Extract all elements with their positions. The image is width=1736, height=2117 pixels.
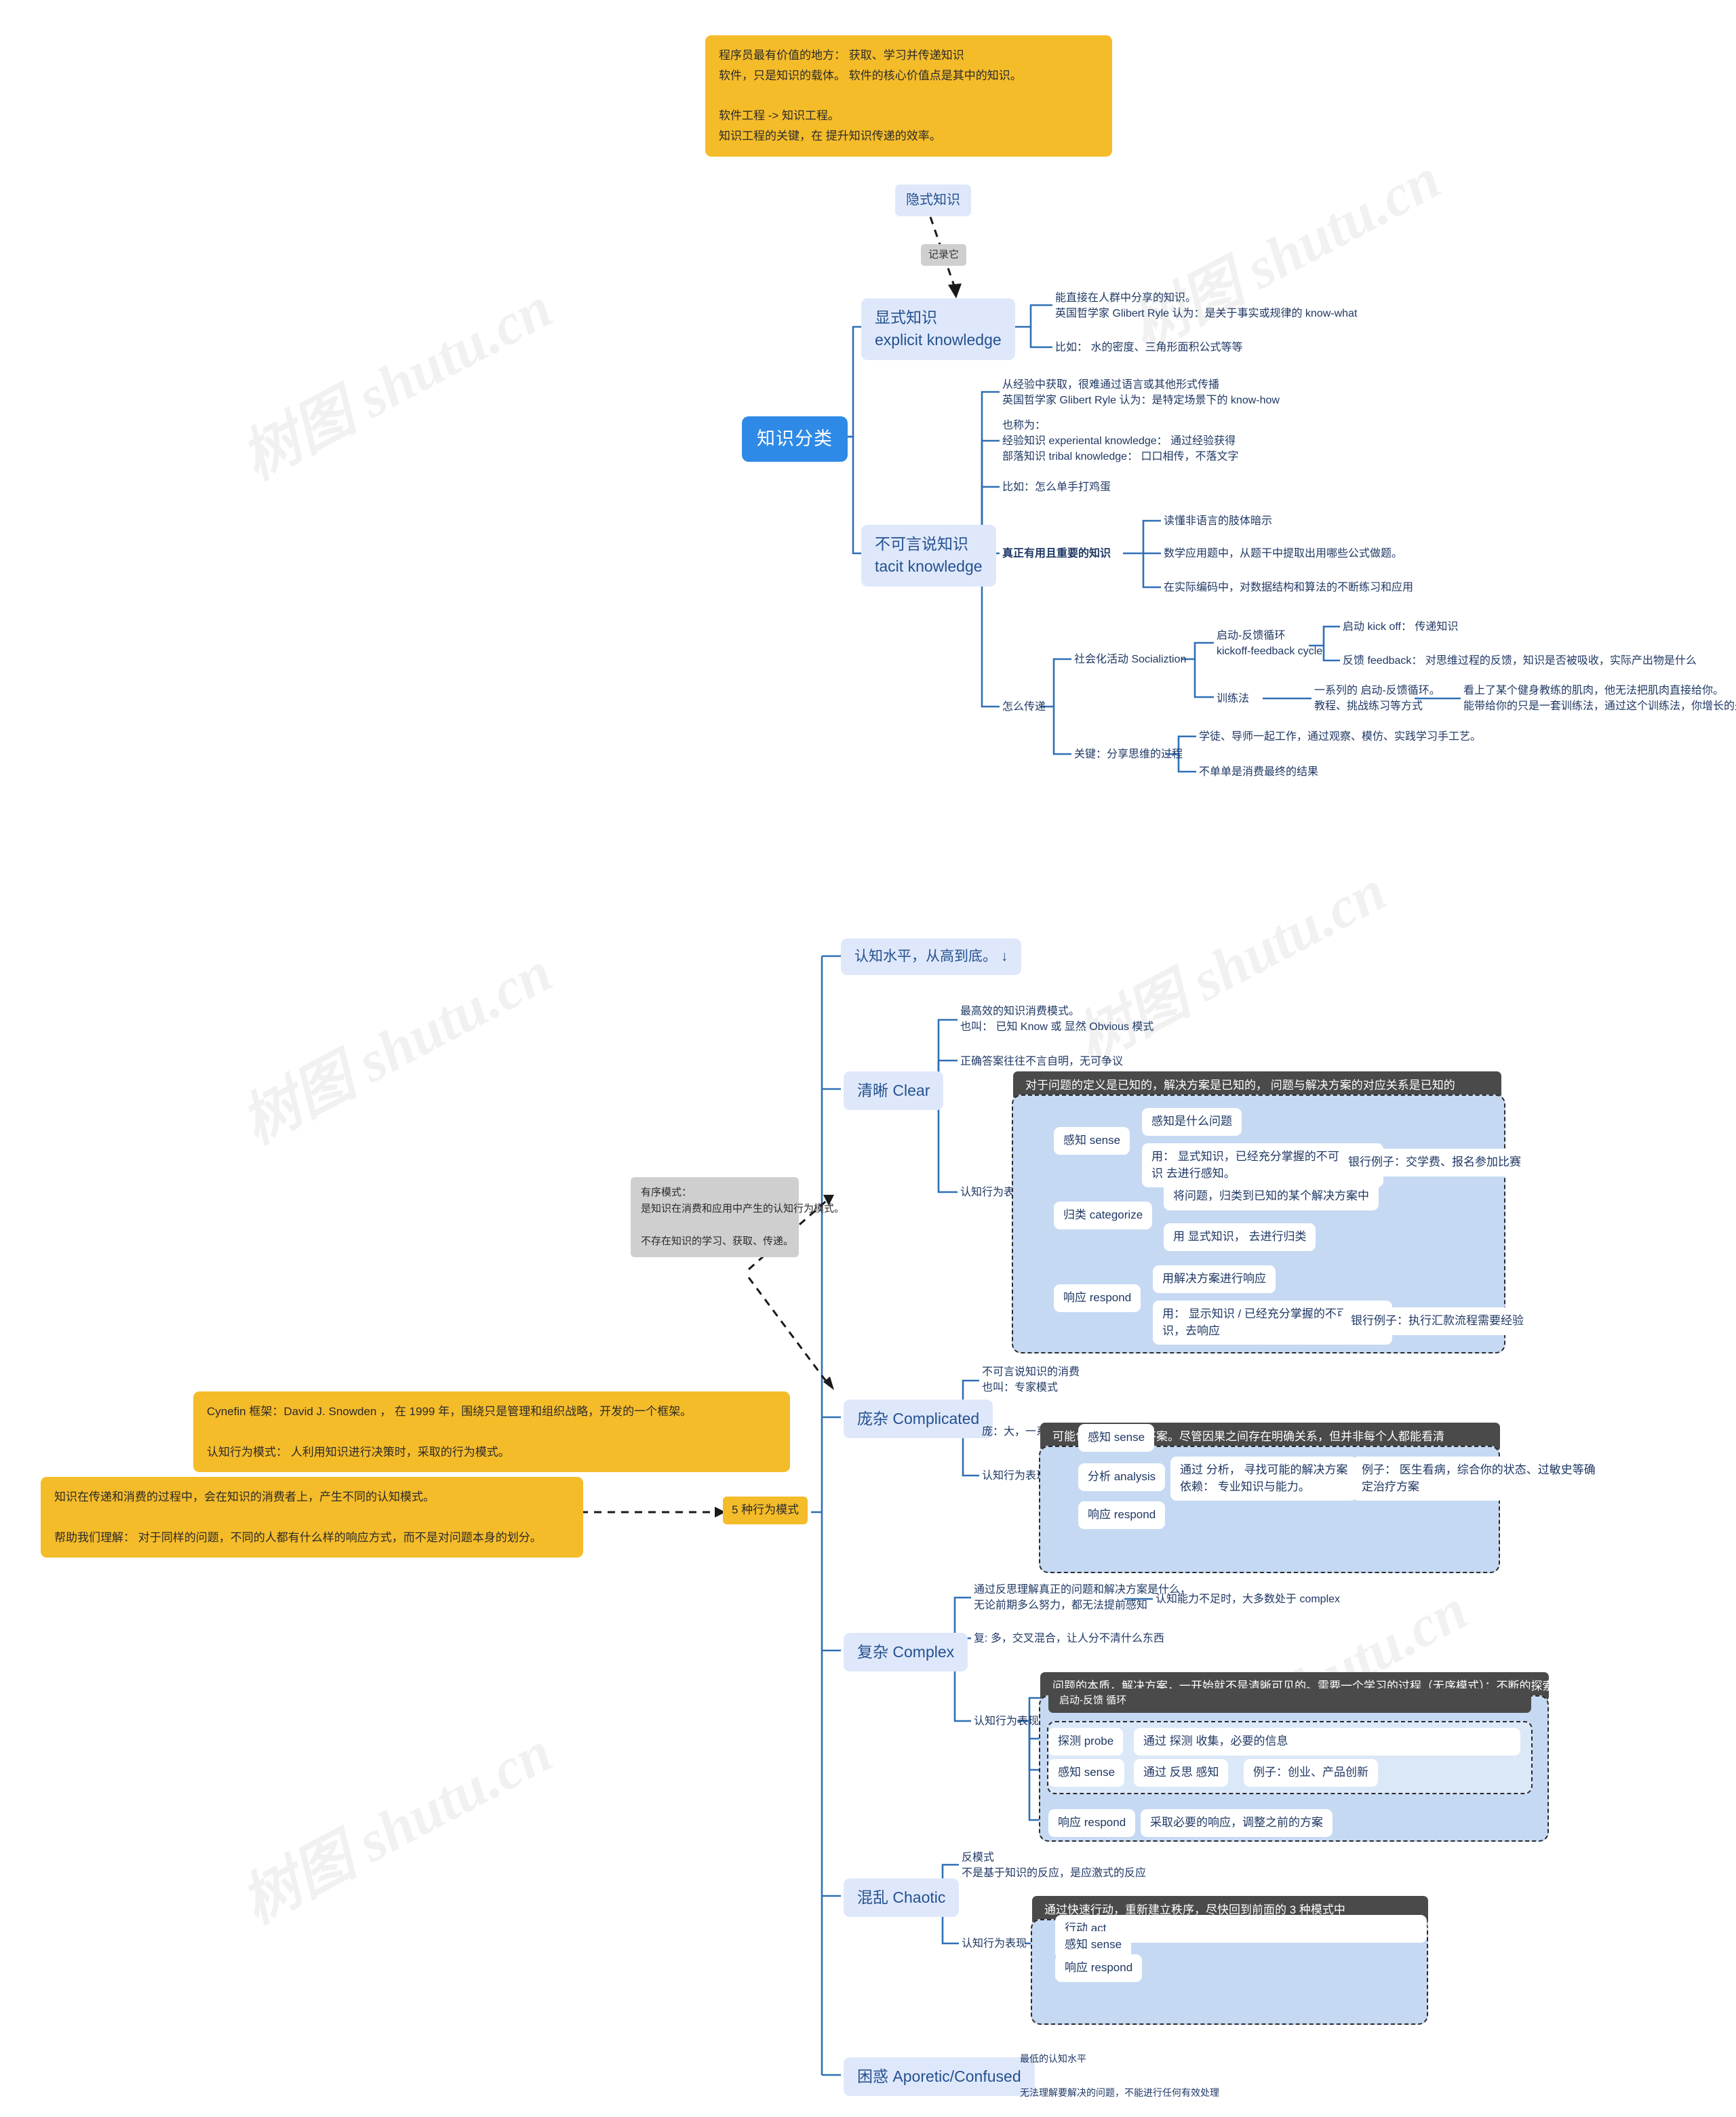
watermark: 树图 shutu.cn <box>1119 145 1451 363</box>
important-item-2: 在实际编码中，对数据结构和算法的不断练习和应用 <box>1164 582 1414 593</box>
clear-sense-item-0: 感知是什么问题 <box>1142 1108 1242 1136</box>
complicated-analysis-chip[interactable]: 分析 analysis <box>1078 1463 1166 1491</box>
node-training-method[interactable]: 训练法 <box>1217 691 1249 707</box>
training-detail: 一系列的 启动-反馈循环。 教程、挑战练习等方式 <box>1314 685 1440 713</box>
node-socialization[interactable]: 社会化活动 Socializtion <box>1074 652 1186 667</box>
node-important-knowledge[interactable]: 真正有用且重要的知识 <box>1002 546 1111 561</box>
clear-respond-example: 银行例子：执行汇款流程需要经验 <box>1341 1307 1533 1335</box>
complex-sense-detail: 通过 反思 感知 <box>1134 1759 1229 1787</box>
complex-behavior-label[interactable]: 认知行为表现 <box>974 1714 1039 1729</box>
complex-cycle-title: 启动-反馈 循环 <box>1048 1688 1531 1713</box>
important-item-0: 读懂非语言的肢体暗示 <box>1164 515 1273 527</box>
complicated-sense-chip[interactable]: 感知 sense <box>1078 1424 1155 1452</box>
node-explicit-knowledge[interactable]: 显式知识 explicit knowledge <box>861 298 1015 360</box>
node-clear[interactable]: 清晰 Clear <box>844 1071 944 1111</box>
clear-categorize-item-1: 用 显式知识， 去进行归类 <box>1164 1223 1316 1251</box>
kickoff-item-1: 反馈 feedback： 对思维过程的反馈，知识是否被吸收，实际产出物是什么 <box>1343 655 1697 667</box>
node-complicated[interactable]: 庞杂 Complicated <box>844 1400 993 1439</box>
watermark: 树图 shutu.cn <box>231 1718 562 1937</box>
tacit-child-1: 也称为： 经验知识 experiental knowledge： 通过经验获得 … <box>1002 420 1239 463</box>
clear-sense-example: 银行例子：交学费、报名参加比赛 <box>1339 1149 1531 1176</box>
node-chaotic[interactable]: 混乱 Chaotic <box>844 1878 960 1918</box>
complicated-analysis-detail: 通过 分析， 寻找可能的解决方案 依赖： 专业知识与能力。 <box>1170 1457 1358 1501</box>
tacit-child-2: 比如：怎么单手打鸡蛋 <box>1002 481 1111 493</box>
node-kickoff-feedback-cycle[interactable]: 启动-反馈循环 kickoff-feedback cycle <box>1217 628 1322 659</box>
clear-categorize-item-0: 将问题，归类到已知的某个解决方案中 <box>1164 1183 1379 1210</box>
tacit-child-0: 从经验中获取，很难通过语言或其他形式传播 英国哲学家 Glibert Ryle … <box>1002 379 1280 407</box>
complex-probe-detail: 通过 探测 收集，必要的信息 <box>1134 1728 1520 1756</box>
top-summary-note: 程序员最有价值的地方： 获取、学习并传递知识 软件，只是知识的载体。 软件的核心… <box>705 35 1112 157</box>
node-confused[interactable]: 困惑 Aporetic/Confused <box>844 2057 1035 2097</box>
watermark: 树图 shutu.cn <box>1065 857 1396 1075</box>
clear-note-0: 最高效的知识消费模式。 也叫： 已知 Know 或 显然 Obvious 模式 <box>960 1006 1154 1033</box>
node-implicit-knowledge[interactable]: 隐式知识 <box>895 184 971 216</box>
complex-respond-detail: 采取必要的响应，调整之前的方案 <box>1141 1809 1333 1837</box>
node-tacit-knowledge[interactable]: 不可言说知识 tacit knowledge <box>861 525 996 587</box>
node-root-five-behavior-modes[interactable]: 5 种行为模式 <box>723 1497 808 1524</box>
chaotic-respond-chip[interactable]: 响应 respond <box>1055 1954 1143 1982</box>
kickoff-item-0: 启动 kick off： 传递知识 <box>1343 621 1459 633</box>
complex-note-side: 认知能力不足时，大多数处于 complex <box>1156 1594 1341 1605</box>
key-item-1: 不单单是消费最终的结果 <box>1199 766 1319 778</box>
complicated-respond-chip[interactable]: 响应 respond <box>1078 1501 1166 1529</box>
explicit-child-0: 能直接在人群中分享的知识。 英国哲学家 Glibert Ryle 认为：是关于事… <box>1055 292 1358 320</box>
node-root-knowledge-classification[interactable]: 知识分类 <box>742 416 848 462</box>
clear-note-1: 正确答案往往不言自明，无可争议 <box>960 1056 1124 1067</box>
edge-label-record-it: 记录它 <box>921 244 967 266</box>
node-cognition-level-header[interactable]: 认知水平，从高到底。 ↓ <box>841 938 1022 976</box>
ordered-mode-note: 有序模式： 是知识在消费和应用中产生的认知行为模式。 不存在知识的学习、获取、传… <box>631 1177 844 1257</box>
confused-note-1: 无法理解要解决的问题，不能进行任何有效处理 <box>1020 2087 1219 2098</box>
mindmap-canvas: 树图 shutu.cn 树图 shutu.cn 树图 shutu.cn 树图 s… <box>0 0 1736 2117</box>
complicated-behavior-label[interactable]: 认知行为表现 <box>982 1468 1047 1484</box>
complex-sense-chip[interactable]: 感知 sense <box>1048 1759 1125 1787</box>
cynefin-note: Cynefin 框架：David J. Snowden ， 在 1999 年，围… <box>193 1391 790 1473</box>
confused-note-0: 最低的认知水平 <box>1020 2053 1086 2064</box>
complex-note-1: 复: 多，交叉混合，让人分不清什么东西 <box>974 1633 1164 1644</box>
node-key-share-thinking[interactable]: 关键：分享思维的过程 <box>1074 747 1183 762</box>
node-complex[interactable]: 复杂 Complex <box>844 1633 968 1672</box>
chaotic-behavior-label[interactable]: 认知行为表现 <box>962 1936 1027 1952</box>
watermark: 树图 shutu.cn <box>231 938 562 1157</box>
complicated-analysis-example: 例子： 医生看病，综合你的状态、过敏史等确 定治疗方案 <box>1352 1457 1605 1501</box>
watermark: 树图 shutu.cn <box>231 274 562 492</box>
complex-sense-example: 例子：创业、产品创新 <box>1244 1759 1378 1787</box>
complex-respond-chip[interactable]: 响应 respond <box>1048 1809 1136 1837</box>
cognitive-mode-note: 知识在传递和消费的过程中，会在知识的消费者上，产生不同的认知模式。 帮助我们理解… <box>41 1477 583 1558</box>
complicated-note-0: 不可言说知识的消费 也叫：专家模式 <box>982 1366 1080 1394</box>
explicit-child-1: 比如： 水的密度、三角形面积公式等等 <box>1055 342 1243 353</box>
node-how-to-transfer[interactable]: 怎么传递 <box>1002 699 1046 715</box>
chaotic-note-0: 反模式 不是基于知识的反应，是应激式的反应 <box>962 1852 1147 1880</box>
clear-respond-item-0: 用解决方案进行响应 <box>1153 1265 1276 1293</box>
important-item-1: 数学应用题中，从题干中提取出用哪些公式做题。 <box>1164 548 1403 559</box>
key-item-0: 学徒、导师一起工作，通过观察、模仿、实践学习手工艺。 <box>1199 731 1482 743</box>
complex-probe-chip[interactable]: 探测 probe <box>1048 1728 1124 1756</box>
clear-sense-chip[interactable]: 感知 sense <box>1054 1127 1130 1155</box>
clear-respond-chip[interactable]: 响应 respond <box>1054 1284 1141 1312</box>
clear-categorize-chip[interactable]: 归类 categorize <box>1054 1202 1153 1229</box>
training-example: 看上了某个健身教练的肌肉，他无法把肌肉直接给你。 能带给你的只是一套训练法，通过… <box>1463 685 1736 713</box>
